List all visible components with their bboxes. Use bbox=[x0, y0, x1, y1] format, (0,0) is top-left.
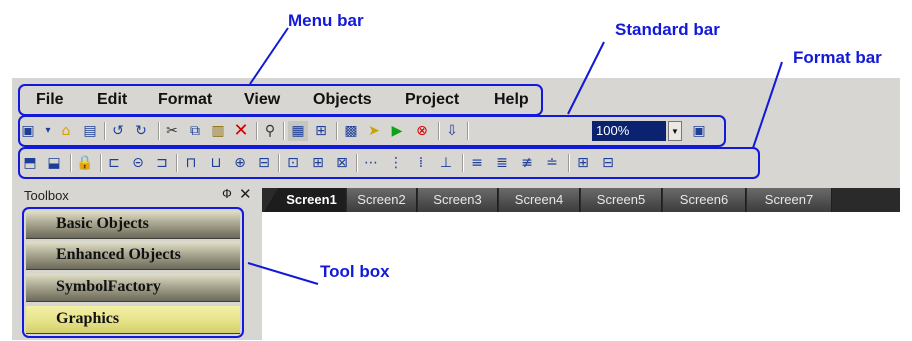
tab-screen5[interactable]: Screen5 bbox=[581, 188, 662, 212]
screenshot-stage: File Edit Format View Objects Project He… bbox=[0, 0, 912, 341]
menu-bar-highlight bbox=[18, 84, 543, 116]
tab-screen7[interactable]: Screen7 bbox=[747, 188, 832, 212]
tab-screen1[interactable]: Screen1 bbox=[264, 188, 346, 212]
tool-box-callout: Tool box bbox=[320, 262, 390, 281]
standard-bar-highlight bbox=[18, 115, 726, 147]
close-icon[interactable]: ✕ bbox=[239, 185, 252, 203]
tab-screen2[interactable]: Screen2 bbox=[347, 188, 417, 212]
menu-bar-callout: Menu bar bbox=[288, 11, 364, 30]
format-bar-highlight bbox=[18, 147, 760, 179]
format-bar-callout: Format bar bbox=[793, 48, 882, 67]
tool-box-highlight bbox=[22, 207, 244, 338]
tab-screen4[interactable]: Screen4 bbox=[499, 188, 580, 212]
tab-screen6[interactable]: Screen6 bbox=[663, 188, 746, 212]
toolbox-title: Toolbox bbox=[24, 188, 69, 203]
standard-bar-callout: Standard bar bbox=[615, 20, 720, 39]
pin-icon[interactable]: Ф bbox=[222, 186, 232, 201]
tab-screen3[interactable]: Screen3 bbox=[418, 188, 498, 212]
